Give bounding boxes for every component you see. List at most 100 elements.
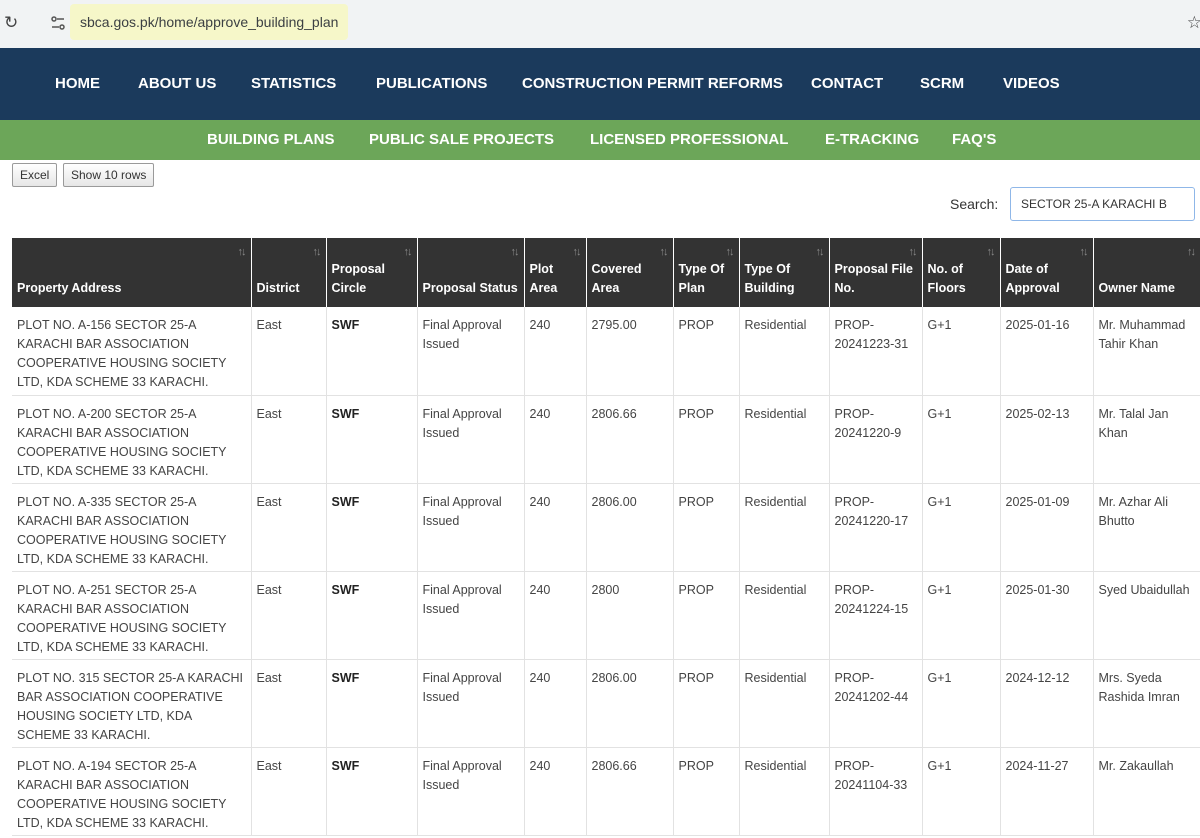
- sort-icon: ↑↓: [510, 246, 520, 258]
- nav-about-us[interactable]: ABOUT US: [138, 48, 216, 120]
- cell-proposal-circle: SWF: [326, 571, 418, 660]
- cell-property-address: PLOT NO. A-194 SECTOR 25-A KARACHI BAR A…: [12, 747, 252, 836]
- table-row: PLOT NO. A-251 SECTOR 25-A KARACHI BAR A…: [12, 571, 1200, 660]
- cell-owner-name: Mr. Zakaullah: [1093, 747, 1200, 836]
- nav-videos[interactable]: VIDEOS: [1003, 48, 1060, 120]
- nav-home[interactable]: HOME: [55, 48, 100, 120]
- cell-type-of-building: Residential: [739, 483, 830, 572]
- column-header-date-of-approval[interactable]: ↑↓ Date of Approval: [1000, 238, 1094, 307]
- column-header-proposal-file-no[interactable]: ↑↓ Proposal File No.: [829, 238, 923, 307]
- column-header-type-of-plan[interactable]: ↑↓ Type Of Plan: [673, 238, 740, 307]
- cell-type-of-plan: PROP: [673, 307, 740, 396]
- cell-property-address: PLOT NO. A-200 SECTOR 25-A KARACHI BAR A…: [12, 395, 252, 484]
- cell-type-of-building: Residential: [739, 395, 830, 484]
- cell-proposal-circle: SWF: [326, 483, 418, 572]
- column-header-property-address[interactable]: ↑↓ Property Address: [12, 238, 252, 307]
- cell-date-of-approval: 2025-01-16: [1000, 307, 1094, 396]
- column-header-district[interactable]: ↑↓ District: [251, 238, 327, 307]
- subnav-licensed-professional[interactable]: LICENSED PROFESSIONAL: [590, 120, 788, 160]
- sort-icon: ↑↓: [572, 246, 582, 258]
- cell-owner-name: Mr. Azhar Ali Bhutto: [1093, 483, 1200, 572]
- cell-covered-area: 2806.00: [586, 483, 674, 572]
- site-info-icon[interactable]: [48, 13, 68, 33]
- nav-statistics[interactable]: STATISTICS: [251, 48, 336, 120]
- browser-address-bar: ↻ sbca.gos.pk/home/approve_building_plan…: [0, 0, 1200, 48]
- cell-plot-area: 240: [524, 307, 587, 396]
- cell-proposal-file-no: PROP-20241220-17: [829, 483, 923, 572]
- main-navigation: HOME ABOUT US STATISTICS PUBLICATIONS CO…: [0, 48, 1200, 120]
- cell-district: East: [251, 659, 327, 748]
- cell-no-of-floors: G+1: [922, 571, 1001, 660]
- cell-type-of-building: Residential: [739, 747, 830, 836]
- cell-type-of-plan: PROP: [673, 659, 740, 748]
- cell-proposal-file-no: PROP-20241224-15: [829, 571, 923, 660]
- cell-owner-name: Syed Ubaidullah: [1093, 571, 1200, 660]
- sort-icon: ↑↓: [986, 246, 996, 258]
- bookmark-star-icon[interactable]: ☆: [1187, 13, 1200, 33]
- subnav-e-tracking[interactable]: E-TRACKING: [825, 120, 919, 160]
- column-header-label: District: [256, 281, 300, 295]
- cell-proposal-file-no: PROP-20241223-31: [829, 307, 923, 396]
- table-row: PLOT NO. 315 SECTOR 25-A KARACHI BAR ASS…: [12, 659, 1200, 748]
- cell-type-of-plan: PROP: [673, 747, 740, 836]
- cell-district: East: [251, 307, 327, 396]
- column-header-plot-area[interactable]: ↑↓ Plot Area: [524, 238, 587, 307]
- column-header-label: Proposal Circle: [331, 262, 386, 295]
- cell-proposal-file-no: PROP-20241104-33: [829, 747, 923, 836]
- sort-icon: ↑↓: [659, 246, 669, 258]
- cell-no-of-floors: G+1: [922, 659, 1001, 748]
- url-field[interactable]: sbca.gos.pk/home/approve_building_plan: [70, 4, 349, 40]
- cell-owner-name: Mrs. Syeda Rashida Imran: [1093, 659, 1200, 748]
- cell-proposal-circle: SWF: [326, 659, 418, 748]
- cell-proposal-status: Final Approval Issued: [417, 747, 525, 836]
- cell-owner-name: Mr. Talal Jan Khan: [1093, 395, 1200, 484]
- subnav-public-sale-projects[interactable]: PUBLIC SALE PROJECTS: [369, 120, 554, 160]
- nav-publications[interactable]: PUBLICATIONS: [376, 48, 487, 120]
- column-header-covered-area[interactable]: ↑↓ Covered Area: [586, 238, 674, 307]
- sort-icon: ↑↓: [237, 246, 247, 258]
- cell-covered-area: 2806.00: [586, 659, 674, 748]
- reload-icon[interactable]: ↻: [4, 14, 20, 32]
- cell-proposal-circle: SWF: [326, 747, 418, 836]
- sort-icon: ↑↓: [312, 246, 322, 258]
- nav-scrm[interactable]: SCRM: [920, 48, 964, 120]
- cell-district: East: [251, 483, 327, 572]
- subnav-building-plans[interactable]: BUILDING PLANS: [207, 120, 335, 160]
- cell-proposal-file-no: PROP-20241220-9: [829, 395, 923, 484]
- cell-proposal-status: Final Approval Issued: [417, 659, 525, 748]
- cell-proposal-file-no: PROP-20241202-44: [829, 659, 923, 748]
- cell-district: East: [251, 747, 327, 836]
- building-plans-table: ↑↓ Property Address ↑↓ District ↑↓ Proposal…: [12, 238, 1200, 836]
- column-header-label: Plot Area: [529, 262, 558, 295]
- cell-property-address: PLOT NO. A-335 SECTOR 25-A KARACHI BAR A…: [12, 483, 252, 572]
- cell-no-of-floors: G+1: [922, 483, 1001, 572]
- subnav-faqs[interactable]: FAQ'S: [952, 120, 996, 160]
- cell-proposal-status: Final Approval Issued: [417, 483, 525, 572]
- column-header-proposal-status[interactable]: ↑↓ Proposal Status: [417, 238, 525, 307]
- column-header-owner-name[interactable]: ↑↓ Owner Name: [1093, 238, 1200, 307]
- cell-type-of-building: Residential: [739, 571, 830, 660]
- column-header-type-of-building[interactable]: ↑↓ Type Of Building: [739, 238, 830, 307]
- cell-no-of-floors: G+1: [922, 307, 1001, 396]
- cell-type-of-building: Residential: [739, 307, 830, 396]
- cell-no-of-floors: G+1: [922, 395, 1001, 484]
- column-header-no-of-floors[interactable]: ↑↓ No. of Floors: [922, 238, 1001, 307]
- cell-covered-area: 2795.00: [586, 307, 674, 396]
- nav-construction-permit-reforms[interactable]: CONSTRUCTION PERMIT REFORMS: [522, 48, 783, 120]
- cell-plot-area: 240: [524, 659, 587, 748]
- cell-owner-name: Mr. Muhammad Tahir Khan: [1093, 307, 1200, 396]
- cell-plot-area: 240: [524, 395, 587, 484]
- cell-type-of-plan: PROP: [673, 395, 740, 484]
- search-input[interactable]: [1010, 187, 1195, 221]
- sub-navigation: BUILDING PLANS PUBLIC SALE PROJECTS LICE…: [0, 120, 1200, 160]
- show-rows-button[interactable]: Show 10 rows: [63, 163, 155, 187]
- nav-contact[interactable]: CONTACT: [811, 48, 883, 120]
- column-header-label: Proposal File No.: [834, 262, 914, 295]
- sort-icon: ↑↓: [1079, 246, 1089, 258]
- table-row: PLOT NO. A-156 SECTOR 25-A KARACHI BAR A…: [12, 307, 1200, 396]
- column-header-label: Property Address: [17, 281, 122, 295]
- excel-export-button[interactable]: Excel: [12, 163, 58, 187]
- cell-type-of-building: Residential: [739, 659, 830, 748]
- column-header-label: Type Of Plan: [678, 262, 725, 295]
- column-header-proposal-circle[interactable]: ↑↓ Proposal Circle: [326, 238, 418, 307]
